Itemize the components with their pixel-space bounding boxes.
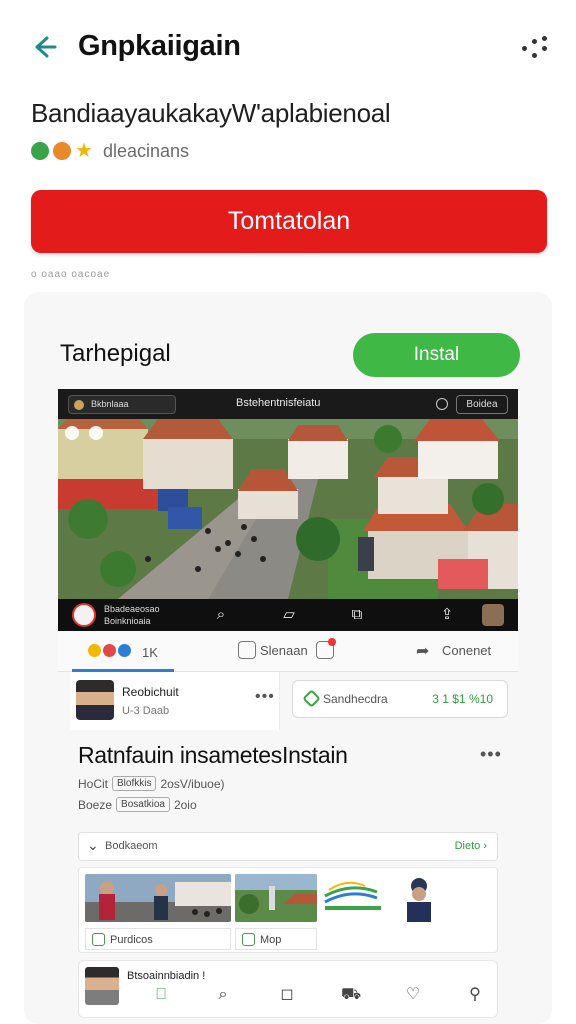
dropdown-action[interactable]: Dieto › [455, 840, 487, 852]
collapse-dropdown[interactable]: ⌄ Bodkaeom Dieto › [78, 832, 498, 861]
search-icon[interactable]: ⌕ [212, 606, 230, 624]
caption-text: o oaao oacoae [31, 269, 111, 280]
green-badge-icon [31, 142, 49, 160]
gallery: Purdicos Mop [78, 867, 498, 953]
top-bar: Gnpkaiigain [0, 0, 576, 100]
info-tag-1[interactable]: Blofkkis [112, 776, 157, 791]
more-options-icon[interactable]: ••• [255, 688, 275, 706]
chat-icon[interactable]: ◻ [277, 985, 297, 1005]
reaction-icons[interactable] [88, 644, 131, 657]
user-avatar[interactable] [85, 967, 119, 1005]
meta-row: ★ dleacinans [31, 140, 189, 162]
gallery-image-2[interactable] [235, 874, 317, 922]
car-icon[interactable]: ⛟ [341, 985, 361, 1005]
chevron-down-icon: ⌄ [87, 837, 99, 853]
person-icon[interactable]: ⚲ [465, 985, 485, 1005]
author-name: Reobichuit [122, 685, 179, 699]
leaf-icon [92, 933, 105, 946]
share-arrow-icon[interactable]: ➦ [416, 641, 429, 661]
author-subtext: U-3 Daab [122, 705, 170, 717]
notification-dot [328, 638, 336, 646]
comment-icon[interactable] [238, 641, 256, 659]
village-scene-image [58, 419, 518, 599]
heart-icon[interactable]: ♡ [403, 985, 423, 1005]
card-title: Tarhepigal [60, 340, 171, 367]
wow-reaction-icon [118, 644, 131, 657]
channel-avatar[interactable] [72, 603, 96, 627]
gallery-image-1[interactable] [85, 874, 231, 922]
orange-badge-icon [53, 142, 71, 160]
tag-icon [302, 689, 321, 708]
star-icon: ★ [75, 140, 93, 162]
share-dots-icon[interactable] [522, 36, 548, 62]
arrow-left-icon[interactable] [28, 32, 58, 62]
comment-button[interactable]: Slenaan [260, 643, 308, 658]
gallery-label-1-text: Purdicos [110, 934, 153, 946]
shared-label: Sandhecdra [323, 692, 388, 706]
section-more-icon[interactable]: ••• [480, 744, 502, 765]
share-icon[interactable]: ⇪ [438, 606, 456, 624]
save-icon[interactable]: ⧉ [348, 606, 366, 624]
channel-line-1: Bbadeaeosao [104, 604, 160, 614]
page-title: Gnpkaiigain [78, 30, 241, 62]
info-line-2-prefix: Boeze [78, 797, 113, 812]
reaction-bar: 1K Slenaan ➦ Conenet [58, 632, 518, 672]
gallery-label-1[interactable]: Purdicos [85, 928, 231, 950]
bookmark-icon[interactable]: ▱ [280, 606, 298, 624]
search-icon[interactable]: ⌕ [213, 985, 233, 1005]
video-bottombar: Bbadeaeosao Boinknioaia ⌕ ▱ ⧉ ⇪ [58, 599, 518, 631]
heart-outline-icon [242, 933, 255, 946]
clock-icon [436, 398, 448, 410]
gallery-label-2-text: Mop [260, 934, 282, 946]
info-tag-2[interactable]: Bosatkioa [116, 797, 170, 812]
video-topbar: Bkbnlaaa Bstehentnisfeiatu Boidea [58, 389, 518, 419]
section-title: Ratnfauin insametesInstain [78, 742, 348, 768]
info-line-1: HoCit Blofkkis 2osV/ibuoe) [78, 776, 225, 791]
connect-button[interactable]: Conenet [442, 643, 491, 658]
channel-chip[interactable]: Bkbnlaaa [68, 395, 176, 414]
author-avatar[interactable] [76, 680, 114, 720]
user-name: Btsoainnbiadin ! [127, 970, 206, 982]
gallery-image-3[interactable] [321, 874, 445, 922]
post-author[interactable]: Reobichuit U-3 Daab ••• [70, 672, 280, 730]
shared-count: 3 1 $1 %10 [432, 692, 493, 706]
info-line-2: Boeze Bosatkioa 2oio [78, 797, 197, 812]
info-line-2-suffix: 2oio [173, 797, 197, 812]
info-line-1-prefix: HoCit [78, 776, 109, 791]
video-chip-right[interactable]: Boidea [456, 395, 508, 414]
video-preview[interactable]: Bkbnlaaa Bstehentnisfeiatu Boidea Bbadea… [58, 389, 518, 631]
viewer-avatar[interactable] [482, 604, 504, 626]
dropdown-label: Bodkaeom [105, 840, 158, 852]
video-title: Bstehentnisfeiatu [236, 397, 321, 409]
channel-line-2: Boinknioaia [104, 616, 151, 626]
bottom-action-bar: Btsoainnbiadin ! ⎕ ⌕ ◻ ⛟ ♡ ⚲ [78, 960, 498, 1018]
reaction-count: 1K [142, 645, 158, 660]
love-reaction-icon [103, 644, 116, 657]
channel-info: Bbadeaeosao Boinknioaia [104, 603, 160, 627]
page-subtitle: BandiaayaukakayW'aplabienoal [31, 98, 391, 128]
like-reaction-icon [88, 644, 101, 657]
install-button[interactable]: Instal [353, 333, 520, 377]
info-line-1-suffix: 2osV/ibuoe) [160, 776, 225, 791]
gallery-label-2[interactable]: Mop [235, 928, 317, 950]
shared-pill[interactable]: Sandhecdra 3 1 $1 %10 [292, 680, 508, 718]
meta-text: dleacinans [102, 140, 189, 161]
book-icon[interactable]: ⎕ [151, 985, 171, 1005]
primary-cta-button[interactable]: Tomtatolan [31, 190, 547, 253]
